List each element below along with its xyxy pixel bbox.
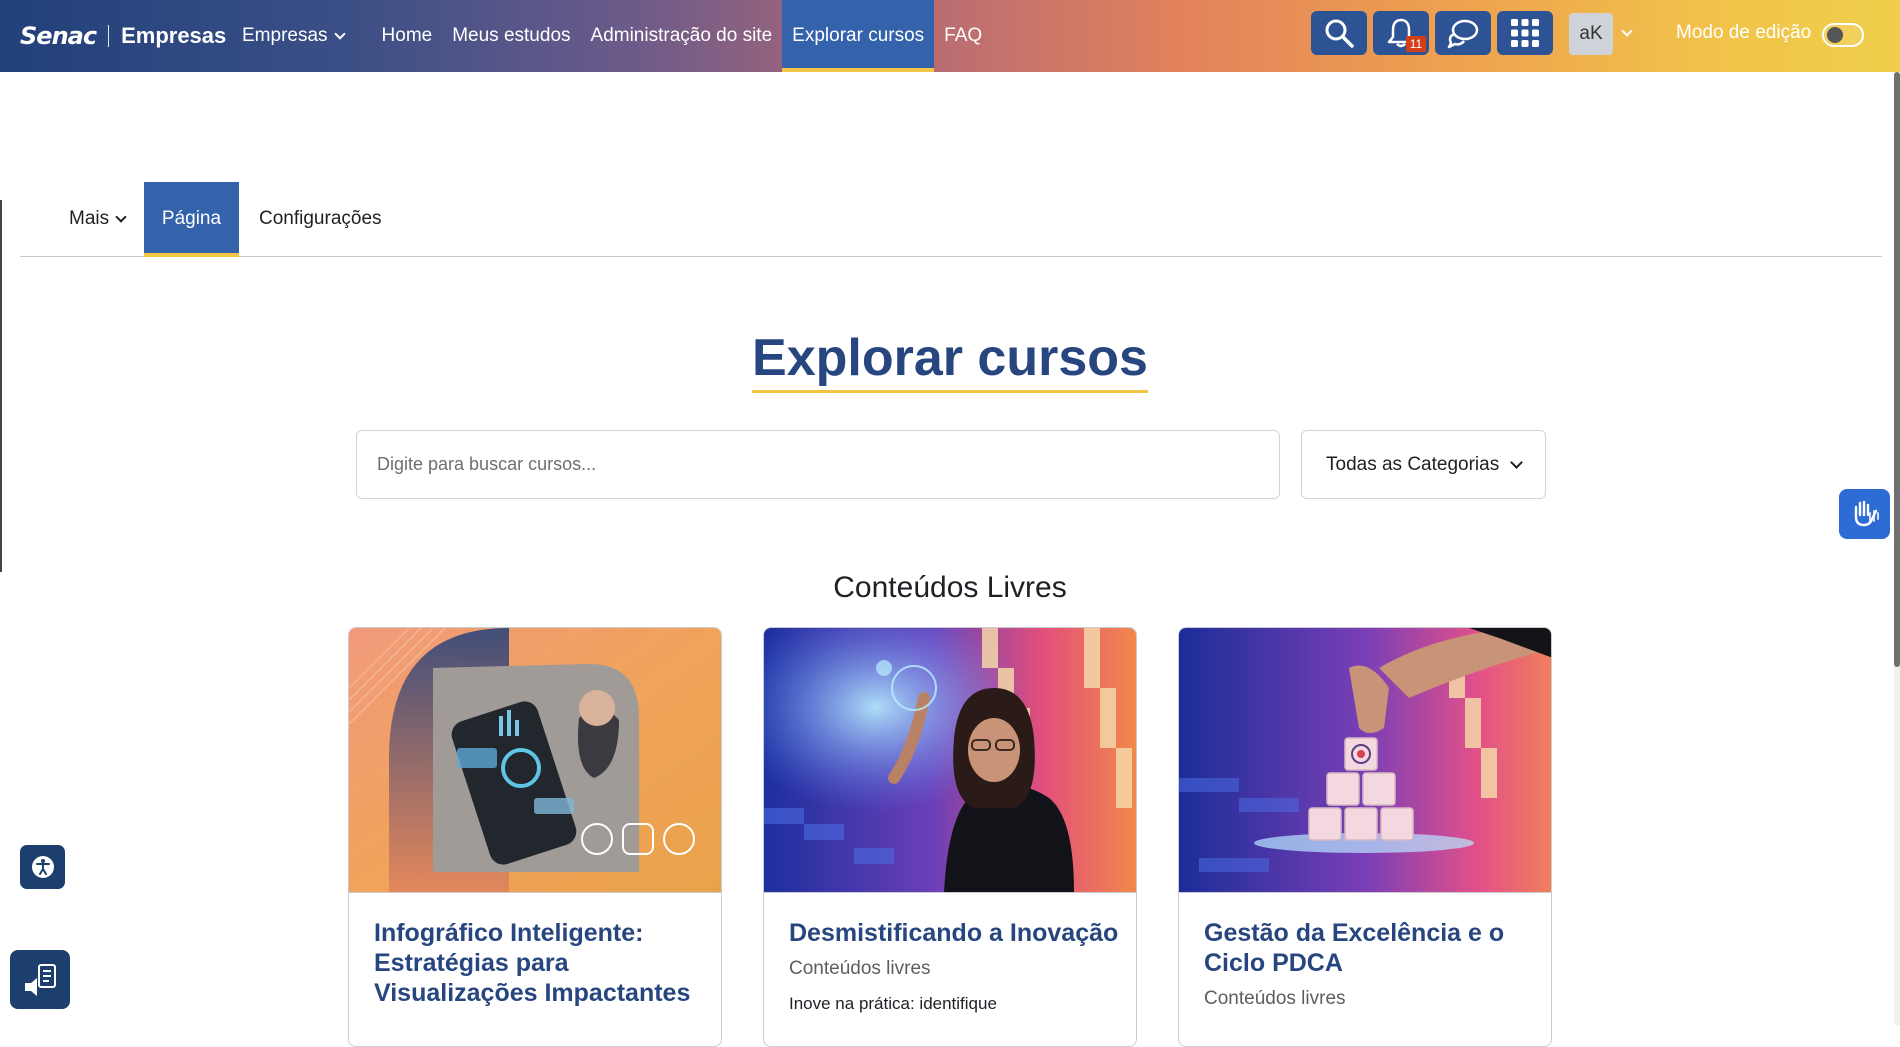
course-card-image <box>764 628 1136 893</box>
nav-item-empresas[interactable]: Empresas <box>232 0 354 72</box>
course-search-input[interactable] <box>356 430 1280 499</box>
apps-button[interactable] <box>1497 11 1553 55</box>
course-card-title[interactable]: Infográfico Inteligente: Estratégias par… <box>374 918 704 1008</box>
page-title: Explorar cursos <box>0 326 1900 393</box>
secondary-nav: Mais Página Configurações <box>20 182 1882 257</box>
edit-mode-label: Modo de edição <box>1676 22 1812 43</box>
user-avatar[interactable]: aK <box>1569 13 1613 55</box>
course-card-body: Gestão da Excelência e o Ciclo PDCA Cont… <box>1204 918 1534 1010</box>
brand-separator <box>108 25 110 47</box>
course-card-category: Conteúdos livres <box>1204 988 1346 1009</box>
secnav-item-configuracoes[interactable]: Configurações <box>259 182 382 256</box>
course-card[interactable]: Infográfico Inteligente: Estratégias par… <box>348 627 722 1047</box>
course-card-title[interactable]: Gestão da Excelência e o Ciclo PDCA <box>1204 918 1534 978</box>
secnav-item-pagina[interactable]: Página <box>144 182 239 257</box>
nav-item-explorar-cursos[interactable]: Explorar cursos <box>782 0 935 72</box>
nav-item-administracao[interactable]: Administração do site <box>581 0 783 72</box>
brand-senac: Senac <box>20 22 97 50</box>
search-icon <box>1325 19 1354 48</box>
brand-logo[interactable]: Senac Empresas <box>20 12 226 60</box>
course-card[interactable]: Desmistificando a Inovação Conteúdos liv… <box>763 627 1137 1047</box>
chevron-down-icon <box>1510 456 1523 469</box>
course-card-body: Infográfico Inteligente: Estratégias par… <box>374 918 704 1008</box>
chevron-down-icon[interactable] <box>1621 25 1633 37</box>
sign-language-button[interactable] <box>1839 489 1890 539</box>
page-title-text: Explorar cursos <box>752 326 1148 393</box>
section-title: Conteúdos Livres <box>833 571 1067 604</box>
category-select-value: Todas as Categorias <box>1326 453 1500 475</box>
toggle-knob <box>1827 27 1843 43</box>
notifications-button[interactable]: 11 <box>1373 11 1429 55</box>
top-navbar: Senac Empresas Empresas Home Meus estudo… <box>0 0 1900 72</box>
screen-reader-button[interactable] <box>10 950 70 1009</box>
accessibility-button[interactable] <box>20 845 65 889</box>
course-card-image <box>1179 628 1551 893</box>
accessibility-icon <box>31 856 54 878</box>
notification-count-badge: 11 <box>1406 36 1426 52</box>
nav-item-home[interactable]: Home <box>372 0 443 72</box>
course-image-innovation <box>764 628 1136 892</box>
chat-icon <box>1447 19 1479 49</box>
primary-nav: Empresas Home Meus estudos Administração… <box>232 0 992 72</box>
course-card-title[interactable]: Desmistificando a Inovação <box>789 918 1119 948</box>
course-image-pdca <box>1179 628 1551 892</box>
course-card-image <box>349 628 721 893</box>
brand-empresas: Empresas <box>121 23 227 48</box>
apps-grid-icon <box>1511 19 1539 47</box>
course-card-body: Desmistificando a Inovação Conteúdos liv… <box>789 918 1119 1014</box>
nav-item-meus-estudos[interactable]: Meus estudos <box>442 0 580 72</box>
course-card-description: Inove na prática: identifique <box>789 994 997 1013</box>
messages-button[interactable] <box>1435 11 1491 55</box>
course-card[interactable]: Gestão da Excelência e o Ciclo PDCA Cont… <box>1178 627 1552 1047</box>
sign-language-icon <box>1854 500 1879 527</box>
edit-mode-toggle[interactable] <box>1822 23 1864 47</box>
screen-reader-icon <box>25 963 56 996</box>
category-select[interactable]: Todas as Categorias <box>1301 430 1546 499</box>
secnav-item-mais[interactable]: Mais <box>69 182 125 256</box>
course-image-infographic <box>349 628 721 892</box>
search-button[interactable] <box>1311 11 1367 55</box>
course-card-category: Conteúdos livres <box>789 958 931 979</box>
nav-item-faq[interactable]: FAQ <box>934 0 992 72</box>
